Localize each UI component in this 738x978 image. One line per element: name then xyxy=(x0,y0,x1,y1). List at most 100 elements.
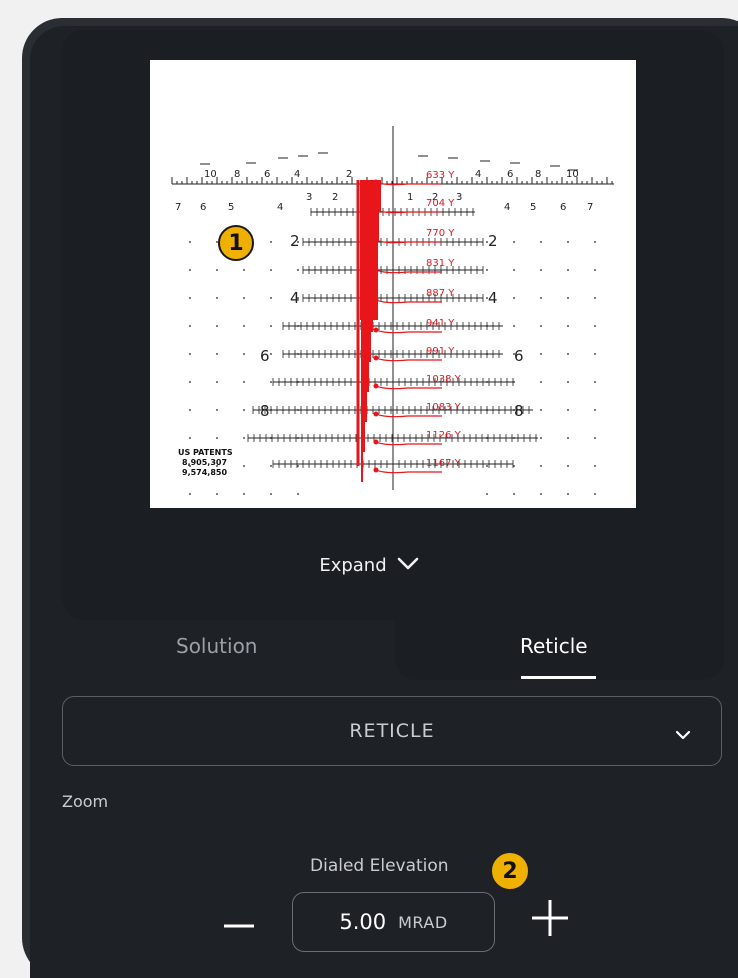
reticle-dot xyxy=(243,465,245,467)
reticle-dot xyxy=(189,297,191,299)
reticle-dot xyxy=(270,353,272,355)
step-badge-1: 1 xyxy=(218,225,254,261)
side-number: 6 xyxy=(514,347,524,365)
reticle-dot xyxy=(189,353,191,355)
chevron-down-icon xyxy=(397,555,419,576)
scale-label: 2 xyxy=(332,192,338,203)
drop-curve xyxy=(375,385,442,390)
decrease-elevation-button[interactable] xyxy=(222,914,256,938)
scale-label: 4 xyxy=(504,202,510,213)
reticle-dot xyxy=(540,297,542,299)
reticle-dot xyxy=(270,241,272,243)
increase-elevation-button[interactable] xyxy=(528,896,572,940)
tab-reticle[interactable]: Reticle xyxy=(520,634,588,658)
scale-label: 3 xyxy=(456,192,462,203)
reticle-dot xyxy=(189,381,191,383)
distance-label: 941 Y xyxy=(426,318,455,329)
reticle-dot xyxy=(189,325,191,327)
reticle-dot xyxy=(567,409,569,411)
scale-label: 5 xyxy=(530,202,536,213)
drop-curve xyxy=(375,299,442,304)
reticle-dot xyxy=(540,241,542,243)
reticle-dot xyxy=(270,297,272,299)
reticle-dot xyxy=(567,353,569,355)
elevation-unit: MRAD xyxy=(398,912,448,932)
reticle-dot xyxy=(540,493,542,495)
chevron-down-icon xyxy=(675,723,691,745)
drop-point xyxy=(373,237,379,243)
patent-number: 8,905,307 xyxy=(182,458,227,467)
reticle-dot xyxy=(567,325,569,327)
reticle-dot xyxy=(594,325,596,327)
reticle-dot xyxy=(513,493,515,495)
reticle-dot xyxy=(270,269,272,271)
reticle-dot xyxy=(297,493,299,495)
reticle-dot xyxy=(594,465,596,467)
reticle-dot xyxy=(243,325,245,327)
reticle-dot xyxy=(540,409,542,411)
reticle-dot xyxy=(270,465,272,467)
distance-label: 770 Y xyxy=(426,228,455,239)
reticle-dot xyxy=(189,269,191,271)
reticle-dot xyxy=(540,381,542,383)
distance-label: 887 Y xyxy=(426,288,455,299)
reticle-dot xyxy=(540,325,542,327)
elevation-input[interactable]: 5.00 MRAD xyxy=(292,892,495,952)
tab-solution[interactable]: Solution xyxy=(176,634,257,658)
reticle-dot xyxy=(216,269,218,271)
reticle-dot xyxy=(567,381,569,383)
reticle-dot xyxy=(243,409,245,411)
drop-point xyxy=(373,355,379,361)
scale-label: 7 xyxy=(587,202,593,213)
scale-label: 4 xyxy=(475,169,481,180)
dialed-elevation-label: Dialed Elevation xyxy=(310,856,449,876)
distance-label: 1083 Y xyxy=(426,402,462,413)
drop-point xyxy=(373,207,379,213)
reticle-dot xyxy=(189,409,191,411)
drop-curve xyxy=(375,239,442,244)
scale-label: 6 xyxy=(507,169,513,180)
drop-point xyxy=(373,467,379,473)
expand-label: Expand xyxy=(319,554,387,576)
reticle-dot xyxy=(594,437,596,439)
reticle-select[interactable]: RETICLE xyxy=(62,696,722,766)
reticle-dot xyxy=(567,493,569,495)
scale-label: 1 xyxy=(407,192,413,203)
reticle-dot xyxy=(567,241,569,243)
scale-label: 8 xyxy=(234,169,240,180)
reticle-dot xyxy=(567,269,569,271)
reticle-image: 10 8 6 4 2 4 6 8 10 7 6 5 4 3 2 1 2 3 4 … xyxy=(150,60,636,508)
patent-number: 9,574,850 xyxy=(182,468,227,477)
scale-label: 2 xyxy=(346,169,352,180)
reticle-dot xyxy=(189,493,191,495)
drop-point xyxy=(373,327,379,333)
side-number: 4 xyxy=(488,289,498,307)
reticle-dot xyxy=(486,493,488,495)
reticle-dot xyxy=(297,269,299,271)
distance-label: 633 Y xyxy=(426,170,455,181)
expand-button[interactable]: Expand xyxy=(0,550,738,580)
reticle-dot xyxy=(513,325,515,327)
drop-curve xyxy=(375,441,442,446)
side-number: 2 xyxy=(290,232,300,250)
reticle-dot xyxy=(243,437,245,439)
drop-point xyxy=(373,411,379,417)
reticle-dot xyxy=(540,269,542,271)
reticle-dot xyxy=(567,465,569,467)
side-number: 8 xyxy=(260,402,270,420)
reticle-dot xyxy=(594,381,596,383)
reticle-dot xyxy=(594,409,596,411)
reticle-dot xyxy=(513,241,515,243)
patents-title: US PATENTS xyxy=(178,448,233,457)
scale-label: 4 xyxy=(294,169,300,180)
distance-label: 1126 Y xyxy=(426,430,462,441)
reticle-dot xyxy=(216,381,218,383)
reticle-dot xyxy=(594,241,596,243)
scale-label: 10 xyxy=(204,169,217,180)
reticle-dot xyxy=(189,241,191,243)
drop-point xyxy=(373,179,379,185)
drop-point xyxy=(373,297,379,303)
reticle-dot xyxy=(216,353,218,355)
scale-label: 3 xyxy=(306,192,312,203)
scale-label: 6 xyxy=(264,169,270,180)
